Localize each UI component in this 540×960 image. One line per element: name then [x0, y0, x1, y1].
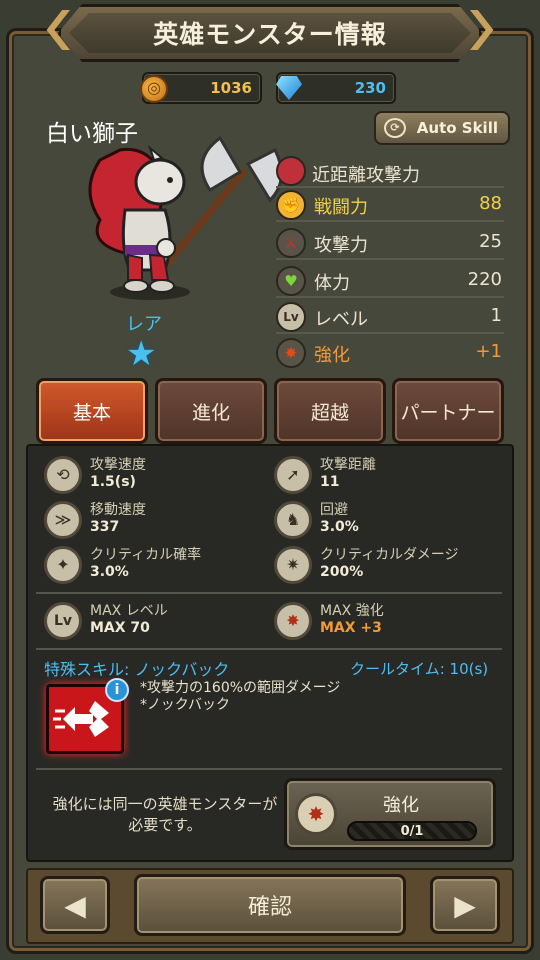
attack-speed-value: 1.5(s) — [90, 474, 136, 490]
heart-icon: ♥ — [276, 266, 306, 296]
sword-type-icon — [276, 156, 306, 186]
attr-evasion: ♞ 回避 3.0% — [274, 499, 494, 543]
skill-cooldown: クールタイム: 10(s) — [350, 660, 489, 678]
confirm-label: 確認 — [247, 895, 292, 920]
level-value: 1 — [490, 305, 502, 326]
gem-value: 230 — [354, 79, 386, 97]
gold-value: 1036 — [210, 79, 252, 97]
divider — [36, 648, 502, 650]
hp-label: 体力 — [314, 273, 350, 294]
attack-speed-label: 攻撃速度 — [90, 457, 146, 473]
upgrade-progress-text: 0/1 — [400, 824, 424, 839]
burst-icon: ✸ — [276, 338, 306, 368]
level-icon: Lv — [44, 602, 82, 640]
prev-button[interactable]: ◀ — [40, 876, 110, 934]
burst-icon: ✸ — [295, 793, 337, 835]
evasion-icon: ♞ — [274, 501, 312, 539]
stat-power: ✊ 戦闘力 88 — [276, 188, 504, 222]
info-icon[interactable]: i — [105, 678, 129, 702]
attr-crit-rate: ✦ クリティカル確率 3.0% — [44, 544, 264, 588]
power-label: 戦闘力 — [314, 197, 368, 218]
attack-speed-icon: ⟲ — [44, 456, 82, 494]
arrow-left-icon: ◀ — [64, 888, 86, 922]
skill-desc-line-1: *攻撃力の160%の範囲ダメージ — [140, 680, 341, 696]
attack-label: 攻撃力 — [314, 235, 368, 256]
evasion-label: 回避 — [320, 502, 348, 518]
level-icon: Lv — [276, 302, 306, 332]
move-speed-icon: ≫ — [44, 501, 82, 539]
monster-portrait — [88, 135, 283, 300]
max-level-value: MAX 70 — [90, 620, 150, 636]
star-icon: ★ — [126, 334, 157, 374]
tab-evolution[interactable]: 進化 — [155, 378, 267, 444]
gem-icon — [276, 76, 302, 100]
stat-attack: ⚔ 攻撃力 25 — [276, 226, 504, 260]
confirm-button[interactable]: 確認 — [134, 874, 406, 936]
hp-value: 220 — [467, 269, 502, 290]
evasion-value: 3.0% — [320, 519, 359, 535]
next-button[interactable]: ▶ — [430, 876, 500, 934]
rarity-label: レア — [126, 314, 162, 335]
max-enhance-value: MAX +3 — [320, 620, 382, 636]
attack-type: 近距離攻撃力 — [276, 156, 504, 188]
level-label: レベル — [314, 309, 368, 330]
crit-rate-icon: ✦ — [44, 546, 82, 584]
enhance-value: +1 — [475, 341, 502, 362]
divider — [36, 768, 502, 770]
enhance-label: 強化 — [314, 345, 350, 366]
attack-range-value: 11 — [320, 474, 340, 490]
crit-damage-label: クリティカルダメージ — [320, 547, 459, 563]
page-title: 英雄モンスター情報 — [153, 20, 387, 49]
upgrade-button[interactable]: ✸ 強化 0/1 — [284, 778, 496, 850]
skill-desc-line-2: *ノックバック — [140, 697, 231, 713]
max-level-label: MAX レベル — [90, 603, 168, 619]
arrow-right-icon: ▶ — [454, 888, 476, 922]
skill-description: *攻撃力の160%の範囲ダメージ *ノックバック — [140, 680, 340, 714]
upgrade-progress: 0/1 — [347, 821, 477, 841]
crit-damage-icon: ✷ — [274, 546, 312, 584]
attack-type-label: 近距離攻撃力 — [312, 165, 420, 186]
attr-max-enhance: ✸ MAX 強化 MAX +3 — [274, 600, 494, 644]
gold-counter: 1036 — [140, 72, 262, 104]
attr-attack-range: ➚ 攻撃距離 11 — [274, 454, 494, 498]
tab-basic[interactable]: 基本 — [36, 378, 148, 444]
skill-title: 特殊スキル: ノックバック — [44, 660, 230, 679]
stat-hp: ♥ 体力 220 — [276, 264, 504, 298]
stat-enhance: ✸ 強化 +1 — [276, 336, 504, 370]
power-value: 88 — [479, 193, 502, 214]
sword-icon: ⚔ — [276, 228, 306, 258]
move-speed-value: 337 — [90, 519, 120, 535]
attr-max-level: Lv MAX レベル MAX 70 — [44, 600, 264, 644]
attr-attack-speed: ⟲ 攻撃速度 1.5(s) — [44, 454, 264, 498]
tab-partner[interactable]: パートナー — [392, 378, 504, 444]
move-speed-label: 移動速度 — [90, 502, 146, 518]
crit-damage-value: 200% — [320, 564, 364, 580]
auto-skill-button[interactable]: ⟳ Auto Skill — [374, 111, 510, 145]
tab-transcend[interactable]: 超越 — [274, 378, 386, 444]
divider — [36, 592, 502, 594]
attr-move-speed: ≫ 移動速度 337 — [44, 499, 264, 543]
attack-range-label: 攻撃距離 — [320, 457, 376, 473]
attack-range-icon: ➚ — [274, 456, 312, 494]
crit-rate-value: 3.0% — [90, 564, 129, 580]
crit-rate-label: クリティカル確率 — [90, 547, 202, 563]
gem-counter: 230 — [276, 72, 396, 104]
max-enhance-label: MAX 強化 — [320, 603, 384, 619]
attack-value: 25 — [479, 231, 502, 252]
refresh-icon: ⟳ — [384, 118, 406, 138]
stat-level: Lv レベル 1 — [276, 300, 504, 334]
fist-icon: ✊ — [276, 190, 306, 220]
attr-crit-damage: ✷ クリティカルダメージ 200% — [274, 544, 494, 588]
upgrade-requirement: 強化には同一の英雄モンスターが必要です。 — [52, 795, 278, 834]
upgrade-button-label: 強化 — [383, 795, 419, 816]
auto-skill-label: Auto Skill — [416, 119, 498, 137]
title-banner: 英雄モンスター情報 — [58, 4, 482, 62]
burst-icon: ✸ — [274, 602, 312, 640]
coin-icon — [140, 75, 168, 103]
